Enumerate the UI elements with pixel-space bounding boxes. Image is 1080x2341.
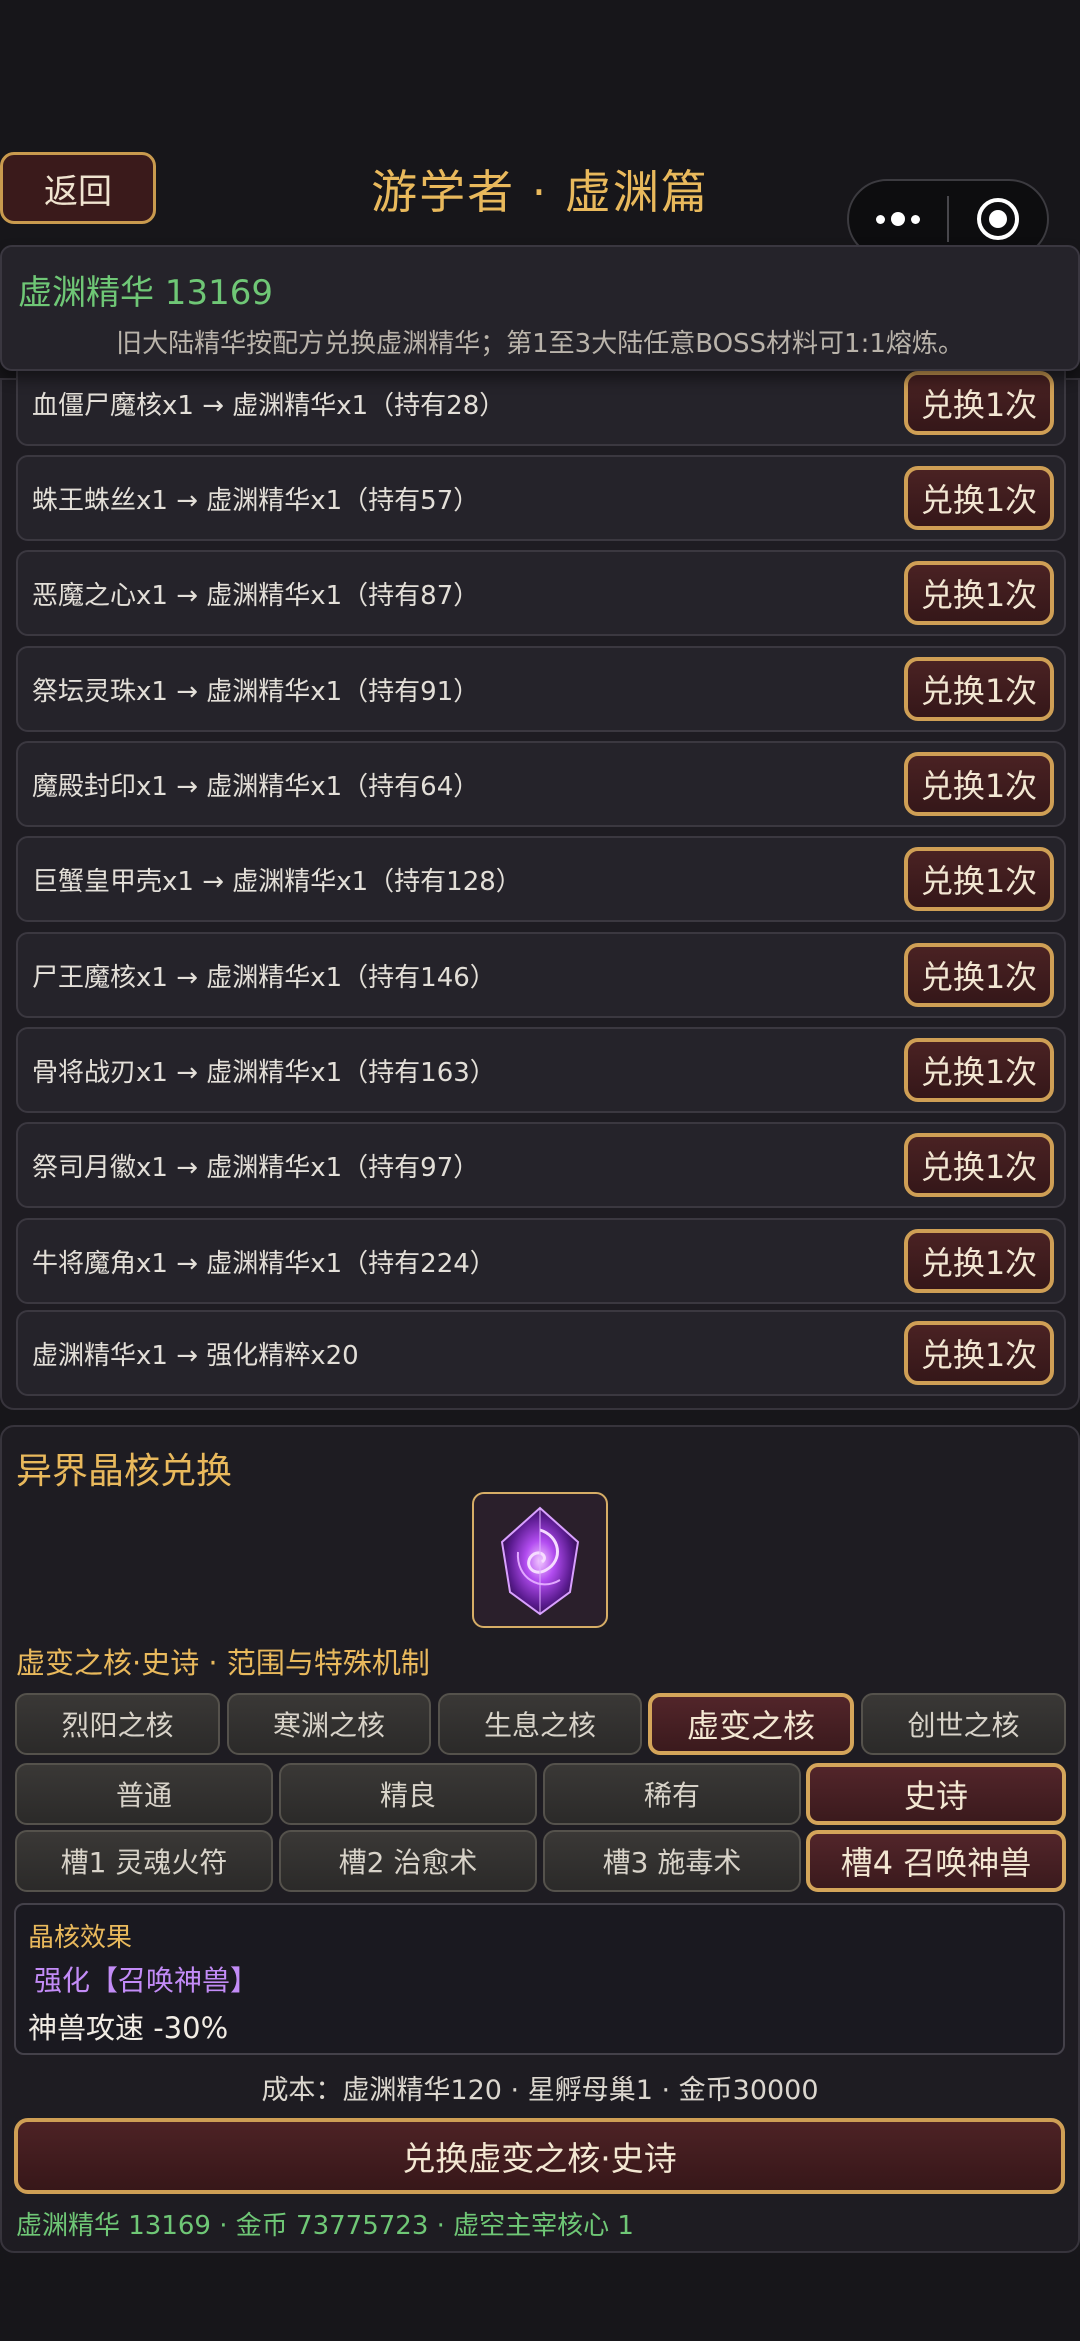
exchange-once-button[interactable]: 兑换1次 <box>904 1229 1054 1293</box>
exchange-once-button[interactable]: 兑换1次 <box>904 1038 1054 1102</box>
exchange-recipe: 祭坛灵珠x1 → 虚渊精华x1（持有91） <box>32 676 480 707</box>
exchange-recipe: 祭司月徽x1 → 虚渊精华x1（持有97） <box>32 1152 480 1183</box>
target-circle-icon <box>977 198 1019 240</box>
list-item: 蛛王蛛丝x1 → 虚渊精华x1（持有57） 兑换1次 <box>16 455 1066 541</box>
tab-core-blazing-sun[interactable]: 烈阳之核 <box>15 1693 220 1755</box>
exchange-core-button[interactable]: 兑换虚变之核·史诗 <box>14 2118 1065 2194</box>
tab-rarity-epic[interactable]: 史诗 <box>806 1763 1066 1825</box>
exchange-once-button[interactable]: 兑换1次 <box>904 943 1054 1007</box>
list-item: 虚渊精华x1 → 强化精粹x20 兑换1次 <box>16 1310 1066 1396</box>
exchange-recipe: 牛将魔角x1 → 虚渊精华x1（持有224） <box>32 1248 496 1279</box>
exchange-recipe: 巨蟹皇甲壳x1 → 虚渊精华x1（持有128） <box>32 866 522 897</box>
exchange-list: 血僵尸魔核x1 → 虚渊精华x1（持有28） 兑换1次 蛛王蛛丝x1 → 虚渊精… <box>0 360 1080 1410</box>
list-item: 尸王魔核x1 → 虚渊精华x1（持有146） 兑换1次 <box>16 932 1066 1018</box>
exchange-once-button[interactable]: 兑换1次 <box>904 371 1054 435</box>
exchange-recipe: 虚渊精华x1 → 强化精粹x20 <box>32 1340 359 1371</box>
exchange-recipe: 尸王魔核x1 → 虚渊精华x1（持有146） <box>32 962 496 993</box>
exchange-once-button[interactable]: 兑换1次 <box>904 1321 1054 1385</box>
list-item: 巨蟹皇甲壳x1 → 虚渊精华x1（持有128） 兑换1次 <box>16 836 1066 922</box>
void-core-crystal-icon <box>472 1492 608 1628</box>
more-dots-icon <box>876 212 920 226</box>
effect-enhance-skill: 强化【召唤神兽】 <box>34 1964 259 1997</box>
exchange-recipe: 骨将战刃x1 → 虚渊精华x1（持有163） <box>32 1057 496 1088</box>
essence-description: 旧大陆精华按配方兑换虚渊精华；第1至3大陆任意BOSS材料可1:1熔炼。 <box>116 329 964 359</box>
core-selection-summary: 虚变之核·史诗 · 范围与特殊机制 <box>16 1646 430 1680</box>
tab-slot-2[interactable]: 槽2 治愈术 <box>279 1830 537 1892</box>
tab-slot-4[interactable]: 槽4 召唤神兽 <box>806 1830 1066 1892</box>
effect-label: 晶核效果 <box>28 1923 133 1953</box>
effect-value: 神兽攻速 -30% <box>28 2011 229 2045</box>
tab-core-genesis[interactable]: 创世之核 <box>861 1693 1066 1755</box>
exchange-once-button[interactable]: 兑换1次 <box>904 847 1054 911</box>
core-exchange-title: 异界晶核兑换 <box>16 1451 233 1492</box>
exchange-once-button[interactable]: 兑换1次 <box>904 752 1054 816</box>
tab-rarity-fine[interactable]: 精良 <box>279 1763 537 1825</box>
essence-count: 虚渊精华 13169 <box>18 273 273 313</box>
exchange-recipe: 血僵尸魔核x1 → 虚渊精华x1（持有28） <box>32 390 506 421</box>
list-item: 恶魔之心x1 → 虚渊精华x1（持有87） 兑换1次 <box>16 550 1066 636</box>
tab-core-void-change[interactable]: 虚变之核 <box>648 1693 854 1755</box>
exchange-cost: 成本：虚渊精华120 · 星孵母巢1 · 金币30000 <box>261 2075 819 2106</box>
exchange-once-button[interactable]: 兑换1次 <box>904 657 1054 721</box>
list-item: 祭司月徽x1 → 虚渊精华x1（持有97） 兑换1次 <box>16 1122 1066 1208</box>
list-item: 牛将魔角x1 → 虚渊精华x1（持有224） 兑换1次 <box>16 1218 1066 1304</box>
exchange-recipe: 魔殿封印x1 → 虚渊精华x1（持有64） <box>32 771 480 802</box>
exchange-once-button[interactable]: 兑换1次 <box>904 561 1054 625</box>
exchange-once-button[interactable]: 兑换1次 <box>904 466 1054 530</box>
exchange-once-button[interactable]: 兑换1次 <box>904 1133 1054 1197</box>
tab-rarity-rare[interactable]: 稀有 <box>543 1763 801 1825</box>
list-item: 祭坛灵珠x1 → 虚渊精华x1（持有91） 兑换1次 <box>16 646 1066 732</box>
tab-slot-3[interactable]: 槽3 施毒术 <box>543 1830 801 1892</box>
list-item: 骨将战刃x1 → 虚渊精华x1（持有163） 兑换1次 <box>16 1027 1066 1113</box>
tab-rarity-common[interactable]: 普通 <box>15 1763 273 1825</box>
exchange-recipe: 蛛王蛛丝x1 → 虚渊精华x1（持有57） <box>32 485 480 516</box>
tab-core-cold-abyss[interactable]: 寒渊之核 <box>227 1693 431 1755</box>
list-item: 魔殿封印x1 → 虚渊精华x1（持有64） 兑换1次 <box>16 741 1066 827</box>
essence-info-panel: 虚渊精华 13169 旧大陆精华按配方兑换虚渊精华；第1至3大陆任意BOSS材料… <box>0 245 1080 371</box>
tab-slot-1[interactable]: 槽1 灵魂火符 <box>15 1830 273 1892</box>
list-item: 血僵尸魔核x1 → 虚渊精华x1（持有28） 兑换1次 <box>16 360 1066 446</box>
core-effect-box: 晶核效果 强化【召唤神兽】 神兽攻速 -30% <box>14 1903 1065 2055</box>
resource-balance: 虚渊精华 13169 · 金币 73775723 · 虚空主宰核心 1 <box>16 2211 634 2241</box>
tab-core-life-breath[interactable]: 生息之核 <box>438 1693 642 1755</box>
exchange-recipe: 恶魔之心x1 → 虚渊精华x1（持有87） <box>32 580 480 611</box>
